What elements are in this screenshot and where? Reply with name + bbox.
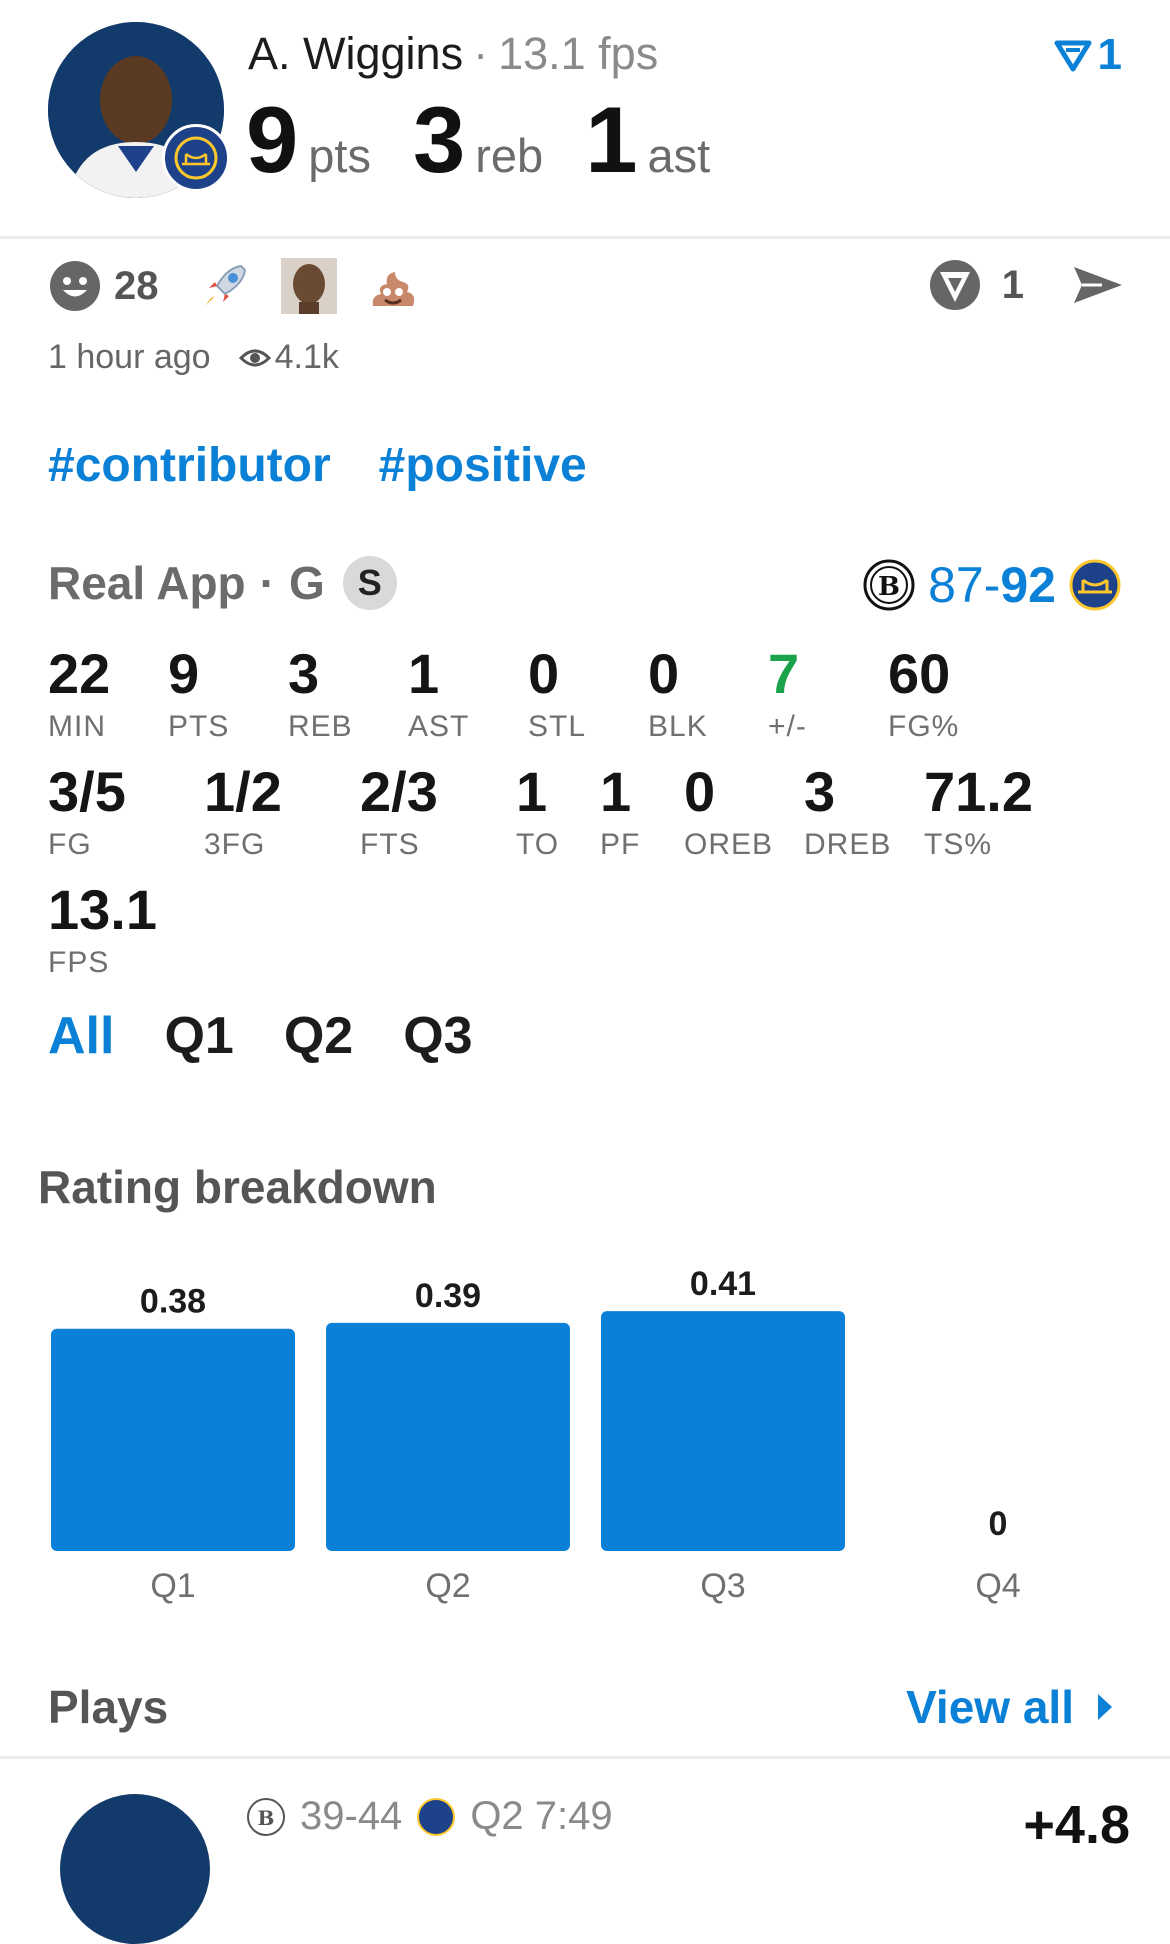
score-dash: - <box>983 557 1001 613</box>
separator: · <box>473 28 489 79</box>
post-actions: 1 <box>928 258 1124 312</box>
view-all-label: View all <box>906 1681 1074 1733</box>
stat-min: 22 MIN <box>48 642 111 744</box>
stat-fg: 3/5 FG <box>48 760 126 862</box>
view-count: 4.1k <box>274 338 339 376</box>
points-value: 9 <box>246 87 299 192</box>
svg-text:B: B <box>258 1806 275 1830</box>
points-unit: pts <box>308 129 371 182</box>
stat-3fg: 1/2 3FG <box>204 760 282 862</box>
stat-oreb: 0 OREB <box>684 760 774 862</box>
stat-ts-pct: 71.2 TS% <box>924 760 1033 862</box>
play-game-line: B 39-44 Q2 7:49 <box>246 1794 613 1839</box>
headline-stats: 9 pts 3 reb 1 ast <box>246 86 752 194</box>
stat-dreb: 3 DREB <box>804 760 892 862</box>
quarter-tabs: All Q1 Q2 Q3 <box>48 1006 473 1066</box>
tab-q2[interactable]: Q2 <box>284 1006 353 1066</box>
home-score: 92 <box>1000 557 1056 613</box>
rating-breakdown-title: Rating breakdown <box>38 1161 437 1213</box>
tab-q1[interactable]: Q1 <box>164 1006 233 1066</box>
player-face-emoji[interactable] <box>280 258 337 314</box>
divider <box>0 236 1170 239</box>
value-label-q4: 0 <box>989 1505 1008 1543</box>
post-meta: 1 hour ago 4.1k <box>48 338 339 377</box>
stat-fts: 2/3 FTS <box>360 760 438 862</box>
stat-fps: 13.1 FPS <box>48 878 157 980</box>
upvote-count: 1 <box>1097 30 1122 79</box>
player-title: A. Wiggins · 13.1 fps <box>248 28 658 80</box>
time-ago: 1 hour ago <box>48 338 211 376</box>
play-value: +4.8 <box>1023 1795 1130 1855</box>
rebounds-unit: reb <box>475 129 544 182</box>
stat-pts: 9 PTS <box>168 642 230 744</box>
warriors-logo-icon <box>1069 559 1121 611</box>
rating-chart: 0.38 Q1 0.39 Q2 0.41 Q3 0 Q4 <box>51 1265 1021 1605</box>
smile-face-icon[interactable] <box>48 259 102 313</box>
value-label-q1: 0.38 <box>140 1283 206 1321</box>
category-label-q3: Q3 <box>700 1567 745 1605</box>
bar-q1 <box>51 1328 295 1551</box>
eye-icon <box>238 349 271 366</box>
warriors-logo-icon <box>162 124 230 192</box>
stat-stl: 0 STL <box>528 642 587 744</box>
play-time: Q2 7:49 <box>470 1794 613 1838</box>
vote-badge-icon[interactable] <box>928 258 982 312</box>
rocket-emoji[interactable] <box>197 258 253 314</box>
tab-q3[interactable]: Q3 <box>403 1006 472 1066</box>
tag-contributor[interactable]: #contributor <box>48 439 331 492</box>
away-score: 87 <box>928 557 984 613</box>
tab-all[interactable]: All <box>48 1006 114 1066</box>
bar-q2 <box>326 1322 570 1551</box>
hashtags: #contributor #positive <box>48 438 635 493</box>
stat-ast: 1 AST <box>408 642 470 744</box>
fps-text: 13.1 fps <box>498 28 659 79</box>
stat-blk: 0 BLK <box>648 642 708 744</box>
tag-positive[interactable]: #positive <box>379 439 587 492</box>
value-label-q3: 0.41 <box>690 1265 756 1303</box>
chevron-right-icon <box>1098 1694 1112 1720</box>
rebounds-value: 3 <box>412 87 466 192</box>
poop-emoji[interactable] <box>365 258 421 314</box>
plays-title: Plays <box>48 1681 169 1733</box>
category-label-q2: Q2 <box>425 1567 470 1605</box>
divider <box>0 1756 1170 1759</box>
stat-pf: 1 PF <box>600 760 641 862</box>
play-player-avatar[interactable] <box>60 1794 210 1944</box>
player-position: G <box>288 557 325 609</box>
nets-logo-icon: B <box>863 559 915 611</box>
stat-fg-pct: 60 FG% <box>888 642 960 744</box>
vote-badge-count: 1 <box>1001 262 1024 307</box>
game-info: Real App · G S <box>48 556 397 610</box>
warriors-logo-icon <box>417 1797 456 1836</box>
assists-value: 1 <box>585 87 638 192</box>
view-all-button[interactable]: View all <box>906 1680 1114 1734</box>
upvote-button[interactable]: 1 <box>1054 30 1122 80</box>
starter-badge: S <box>342 556 397 610</box>
upvote-triangle-icon <box>1054 40 1092 72</box>
stat-to: 1 TO <box>516 760 560 862</box>
nets-logo-icon: B <box>247 1797 285 1836</box>
game-score[interactable]: B 87-92 <box>862 556 1122 614</box>
play-score: 39-44 <box>300 1794 403 1838</box>
assists-unit: ast <box>647 129 711 182</box>
bar-q3 <box>601 1311 845 1551</box>
reaction-count: 28 <box>114 263 159 308</box>
send-icon[interactable] <box>1072 263 1124 307</box>
reaction-bar: 28 <box>48 258 449 314</box>
svg-text:B: B <box>878 572 900 602</box>
dot-separator: · <box>259 557 275 609</box>
value-label-q2: 0.39 <box>415 1277 481 1315</box>
player-avatar[interactable] <box>48 22 230 198</box>
stat-plus-minus: 7 +/- <box>768 642 807 744</box>
category-label-q1: Q1 <box>150 1567 195 1605</box>
player-name[interactable]: A. Wiggins <box>248 28 463 79</box>
category-label-q4: Q4 <box>975 1567 1020 1605</box>
stat-reb: 3 REB <box>288 642 353 744</box>
league-name: Real App <box>48 557 246 609</box>
